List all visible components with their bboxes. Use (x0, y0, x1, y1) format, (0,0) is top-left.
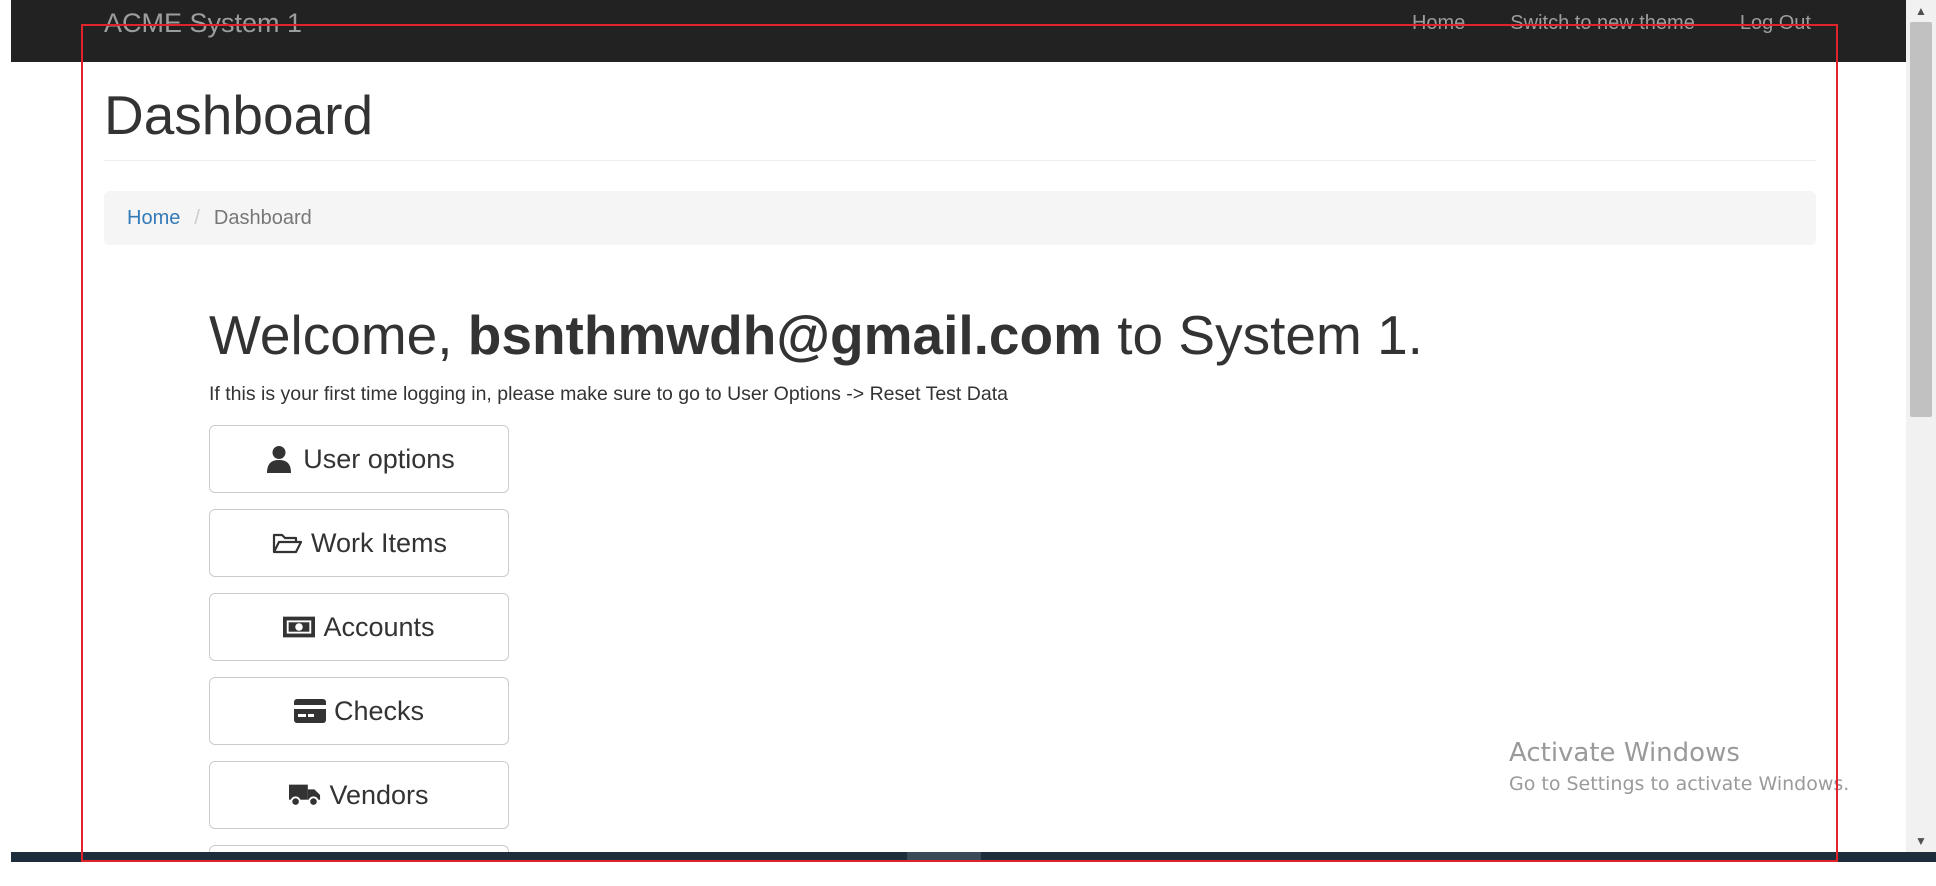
nav-switch-theme-link[interactable]: Switch to new theme (1510, 12, 1695, 35)
activate-windows-watermark: Activate Windows Go to Settings to activ… (1509, 737, 1849, 799)
money-bill-icon (283, 613, 316, 641)
left-gutter (0, 0, 11, 886)
welcome-note: If this is your first time logging in, p… (209, 383, 1008, 405)
scroll-up-arrow-icon[interactable]: ▲ (1906, 0, 1936, 22)
user-options-label: User options (303, 443, 455, 474)
welcome-prefix: Welcome, (209, 304, 453, 366)
work-items-label: Work Items (310, 527, 447, 558)
scroll-down-arrow-icon[interactable]: ▼ (1906, 830, 1936, 852)
nav-logout-link[interactable]: Log Out (1740, 12, 1811, 35)
welcome-heading: Welcome, bsnthmwdh@gmail.com to System 1… (209, 300, 1423, 370)
work-items-button[interactable]: Work Items (209, 509, 509, 577)
vendors-button[interactable]: Vendors (209, 761, 509, 829)
activate-windows-subtitle: Go to Settings to activate Windows. (1509, 773, 1850, 795)
brand-link[interactable]: ACME System 1 (104, 8, 302, 39)
navbar: ACME System 1 Home Switch to new theme L… (11, 0, 1906, 62)
page-header: Dashboard (104, 84, 1816, 161)
breadcrumb-current: Dashboard (213, 206, 312, 229)
welcome-user: bsnthmwdh@gmail.com (467, 304, 1102, 366)
breadcrumb-home-link[interactable]: Home (127, 207, 180, 230)
activate-windows-title: Activate Windows (1509, 738, 1740, 768)
credit-card-icon (293, 697, 326, 725)
taskbar-app-item[interactable] (907, 852, 981, 862)
checks-label: Checks (333, 695, 425, 726)
vendors-label: Vendors (329, 779, 429, 810)
breadcrumb-separator: / (194, 206, 200, 229)
welcome-suffix: to System 1. (1117, 304, 1423, 366)
nav-links: Home Switch to new theme Log Out (1412, 12, 1811, 35)
checks-button[interactable]: Checks (209, 677, 509, 745)
accounts-label: Accounts (323, 611, 435, 642)
nav-home-link[interactable]: Home (1412, 12, 1465, 35)
breadcrumb: Home / Dashboard (104, 191, 1816, 245)
truck-icon (289, 781, 321, 809)
accounts-button[interactable]: Accounts (209, 593, 509, 661)
scrollbar-thumb[interactable] (1910, 22, 1932, 417)
folder-open-icon (271, 529, 303, 557)
user-icon (263, 445, 295, 473)
bottom-strip (0, 862, 1936, 886)
page-title: Dashboard (104, 84, 374, 146)
user-options-button[interactable]: User options (209, 425, 509, 493)
